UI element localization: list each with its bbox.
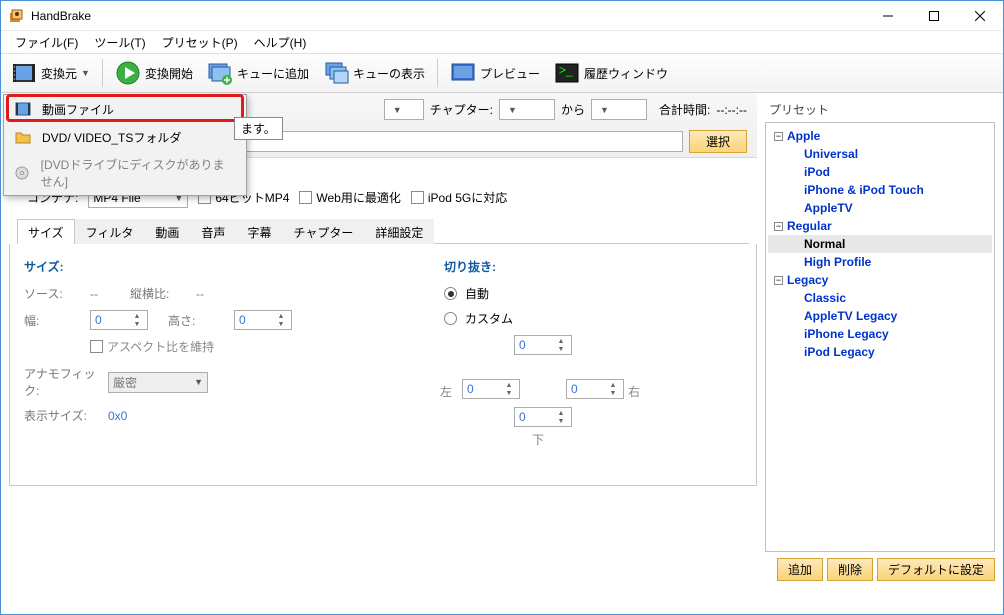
preset-item[interactable]: iPod Legacy: [768, 343, 992, 361]
crop-header: 切り抜き:: [444, 258, 644, 275]
menu-file[interactable]: ファイル(F): [7, 32, 86, 53]
preview-icon: [450, 60, 476, 86]
browse-button[interactable]: 選択: [689, 130, 747, 153]
preset-tree[interactable]: −AppleUniversaliPodiPhone & iPod TouchAp…: [765, 122, 995, 552]
minimize-button[interactable]: [865, 1, 911, 31]
height-input[interactable]: 0▲▼: [234, 310, 292, 330]
preset-item[interactable]: iPhone & iPod Touch: [768, 181, 992, 199]
disc-icon: [14, 164, 31, 182]
preset-group[interactable]: −Legacy: [768, 271, 992, 289]
size-header: サイズ:: [24, 258, 384, 275]
title-combo[interactable]: ▼: [384, 99, 424, 120]
add-queue-button[interactable]: キューに追加: [201, 57, 315, 89]
preset-item[interactable]: Normal: [768, 235, 992, 253]
terminal-icon: >_: [554, 60, 580, 86]
crop-bottom[interactable]: 0▲▼: [514, 407, 572, 427]
film-small-icon: [14, 100, 32, 118]
tab-video[interactable]: 動画: [144, 219, 190, 244]
chapter-to-combo[interactable]: ▼: [591, 99, 647, 120]
source-button[interactable]: 変換元 ▼: [5, 57, 96, 89]
preset-item[interactable]: AppleTV: [768, 199, 992, 217]
preset-item[interactable]: High Profile: [768, 253, 992, 271]
folder-icon: [14, 128, 32, 146]
menu-item-video-file[interactable]: 動画ファイル: [4, 95, 246, 123]
tab-filter[interactable]: フィルタ: [75, 219, 145, 244]
toolbar: 変換元 ▼ 変換開始 キューに追加 キューの表示 プレビュー >_ 履歴ウィンド…: [1, 53, 1003, 93]
app-icon: [9, 8, 25, 24]
window-title: HandBrake: [31, 9, 91, 23]
queue-icon: [323, 60, 349, 86]
menu-item-no-disc: [DVDドライブにディスクがありません]: [4, 151, 246, 195]
ipod5g-checkbox[interactable]: iPod 5Gに対応: [411, 189, 507, 206]
source-dropdown-menu: 動画ファイル DVD/ VIDEO_TSフォルダ [DVDドライブにディスクがあ…: [3, 94, 247, 196]
width-input[interactable]: 0▲▼: [90, 310, 148, 330]
menu-tool[interactable]: ツール(T): [86, 32, 153, 53]
anamorphic-combo[interactable]: 厳密▼: [108, 372, 208, 393]
preview-button[interactable]: プレビュー: [444, 57, 546, 89]
truncated-tooltip: ます。: [234, 117, 283, 140]
dropdown-arrow-icon: ▼: [81, 68, 90, 78]
menubar: ファイル(F) ツール(T) プリセット(P) ヘルプ(H): [1, 31, 1003, 53]
titlebar: HandBrake: [1, 1, 1003, 31]
start-button[interactable]: 変換開始: [109, 57, 199, 89]
activity-button[interactable]: >_ 履歴ウィンドウ: [548, 57, 674, 89]
crop-auto-radio[interactable]: [444, 287, 457, 300]
tab-chapters[interactable]: チャプター: [282, 219, 364, 244]
crop-top[interactable]: 0▲▼: [514, 335, 572, 355]
preset-delete-button[interactable]: 削除: [827, 558, 873, 581]
preset-group[interactable]: −Apple: [768, 127, 992, 145]
preset-group[interactable]: −Regular: [768, 217, 992, 235]
svg-text:>_: >_: [559, 63, 573, 77]
tab-content: サイズ: ソース:-- 縦横比:-- 幅: 0▲▼ 高さ: 0▲▼ アスペクト比…: [9, 244, 757, 486]
tab-audio[interactable]: 音声: [190, 219, 236, 244]
film-icon: [11, 60, 37, 86]
crop-right[interactable]: 0▲▼: [566, 379, 624, 399]
preset-default-button[interactable]: デフォルトに設定: [877, 558, 995, 581]
preset-item[interactable]: Classic: [768, 289, 992, 307]
close-button[interactable]: [957, 1, 1003, 31]
tab-size[interactable]: サイズ: [17, 219, 75, 244]
chapters-label: チャプター:: [430, 101, 493, 118]
tab-sub[interactable]: 字幕: [236, 219, 282, 244]
tabstrip: サイズ フィルタ 動画 音声 字幕 チャプター 詳細設定: [17, 218, 749, 244]
preset-item[interactable]: AppleTV Legacy: [768, 307, 992, 325]
tab-advanced[interactable]: 詳細設定: [364, 219, 434, 244]
menu-preset[interactable]: プリセット(P): [154, 32, 246, 53]
preset-title: プリセット: [765, 97, 995, 122]
keep-aspect-checkbox[interactable]: アスペクト比を維持: [90, 338, 214, 355]
maximize-button[interactable]: [911, 1, 957, 31]
preset-item[interactable]: iPhone Legacy: [768, 325, 992, 343]
preset-add-button[interactable]: 追加: [777, 558, 823, 581]
duration-label: 合計時間:: [659, 101, 710, 118]
crop-left[interactable]: 0▲▼: [462, 379, 520, 399]
preset-item[interactable]: Universal: [768, 145, 992, 163]
chapter-from-combo[interactable]: ▼: [499, 99, 555, 120]
menu-item-dvd-folder[interactable]: DVD/ VIDEO_TSフォルダ: [4, 123, 246, 151]
web-opt-checkbox[interactable]: Web用に最適化: [299, 189, 400, 206]
show-queue-button[interactable]: キューの表示: [317, 57, 431, 89]
duration-value: --:--:--: [716, 103, 747, 117]
preset-item[interactable]: iPod: [768, 163, 992, 181]
crop-custom-radio[interactable]: [444, 312, 457, 325]
add-queue-icon: [207, 60, 233, 86]
preset-sidebar: プリセット −AppleUniversaliPodiPhone & iPod T…: [765, 93, 1003, 589]
play-icon: [115, 60, 141, 86]
menu-help[interactable]: ヘルプ(H): [246, 32, 315, 53]
